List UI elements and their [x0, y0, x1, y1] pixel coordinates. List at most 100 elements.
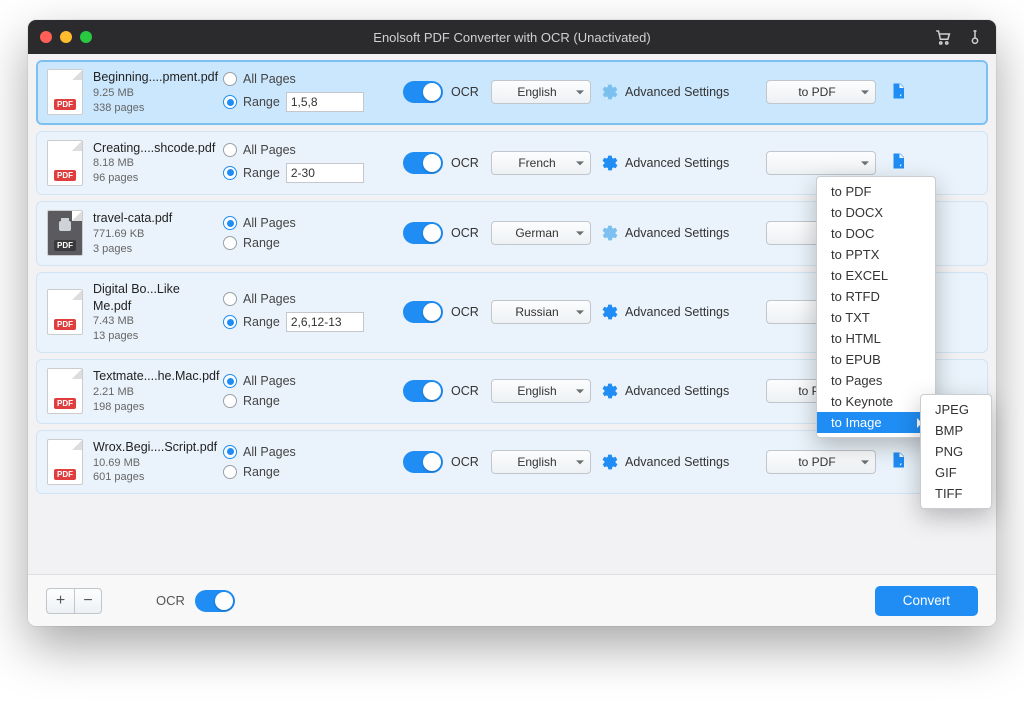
- format-menu[interactable]: to PDFto DOCXto DOCto PPTXto EXCELto RTF…: [816, 176, 936, 438]
- all-pages-radio[interactable]: [223, 374, 237, 388]
- all-pages-label: All Pages: [243, 72, 296, 86]
- file-pages: 13 pages: [93, 329, 213, 344]
- language-select[interactable]: French: [491, 151, 591, 175]
- format-menu-item[interactable]: to HTML: [817, 328, 935, 349]
- app-window: Enolsoft PDF Converter with OCR (Unactiv…: [28, 20, 996, 626]
- advanced-settings-link[interactable]: Advanced Settings: [625, 156, 729, 170]
- format-submenu[interactable]: JPEGBMPPNGGIFTIFF: [920, 394, 992, 509]
- file-meta: Textmate....he.Mac.pdf 2.21 MB 198 pages: [93, 368, 213, 415]
- global-ocr-label: OCR: [156, 593, 185, 608]
- page-range-group: All Pages Range: [223, 374, 393, 408]
- file-meta: Beginning....pment.pdf 9.25 MB 338 pages: [93, 69, 213, 116]
- all-pages-radio[interactable]: [223, 216, 237, 230]
- all-pages-radio[interactable]: [223, 143, 237, 157]
- file-row[interactable]: PDF Beginning....pment.pdf 9.25 MB 338 p…: [36, 60, 988, 125]
- language-select[interactable]: English: [491, 80, 591, 104]
- format-menu-item[interactable]: to TXT: [817, 307, 935, 328]
- add-file-button[interactable]: +: [46, 588, 74, 614]
- range-input[interactable]: [286, 92, 364, 112]
- ocr-label: OCR: [451, 305, 479, 319]
- format-menu-item[interactable]: to Pages: [817, 370, 935, 391]
- file-name: Creating....shcode.pdf: [93, 140, 213, 157]
- range-input[interactable]: [286, 312, 364, 332]
- output-settings-icon[interactable]: [886, 82, 910, 103]
- add-remove-group: + −: [46, 588, 102, 614]
- file-meta: Digital Bo...Like Me.pdf 7.43 MB 13 page…: [93, 281, 213, 344]
- format-menu-item[interactable]: to PDF: [817, 181, 935, 202]
- ocr-toggle[interactable]: [403, 380, 443, 402]
- language-select[interactable]: Russian: [491, 300, 591, 324]
- advanced-settings-link[interactable]: Advanced Settings: [625, 384, 729, 398]
- format-select[interactable]: [766, 151, 876, 175]
- ocr-label: OCR: [451, 384, 479, 398]
- format-submenu-item[interactable]: PNG: [921, 441, 991, 462]
- advanced-settings-link[interactable]: Advanced Settings: [625, 455, 729, 469]
- file-row[interactable]: PDF Wrox.Begi....Script.pdf 10.69 MB 601…: [36, 430, 988, 495]
- file-thumbnail: PDF: [47, 69, 83, 115]
- language-select[interactable]: English: [491, 379, 591, 403]
- file-name: Textmate....he.Mac.pdf: [93, 368, 213, 385]
- pdf-badge: PDF: [54, 319, 76, 330]
- range-radio[interactable]: [223, 465, 237, 479]
- file-pages: 198 pages: [93, 400, 213, 415]
- file-name: Beginning....pment.pdf: [93, 69, 213, 86]
- file-size: 9.25 MB: [93, 86, 213, 101]
- format-submenu-item[interactable]: GIF: [921, 462, 991, 483]
- format-select[interactable]: to PDF: [766, 80, 876, 104]
- format-submenu-item[interactable]: TIFF: [921, 483, 991, 504]
- ocr-toggle[interactable]: [403, 222, 443, 244]
- advanced-settings-link[interactable]: Advanced Settings: [625, 305, 729, 319]
- format-menu-item[interactable]: to EPUB: [817, 349, 935, 370]
- range-label: Range: [243, 95, 280, 109]
- format-menu-item[interactable]: to DOCX: [817, 202, 935, 223]
- ocr-toggle[interactable]: [403, 451, 443, 473]
- global-ocr-toggle[interactable]: [195, 590, 235, 612]
- all-pages-radio[interactable]: [223, 72, 237, 86]
- range-radio[interactable]: [223, 394, 237, 408]
- format-menu-item[interactable]: to EXCEL: [817, 265, 935, 286]
- advanced-settings-link[interactable]: Advanced Settings: [625, 226, 729, 240]
- format-menu-item[interactable]: to PPTX: [817, 244, 935, 265]
- format-menu-item[interactable]: to Keynote: [817, 391, 935, 412]
- gear-icon: [601, 453, 619, 471]
- file-pages: 601 pages: [93, 470, 213, 485]
- file-size: 7.43 MB: [93, 314, 213, 329]
- format-menu-item[interactable]: to DOC: [817, 223, 935, 244]
- advanced-settings-link[interactable]: Advanced Settings: [625, 85, 729, 99]
- range-radio[interactable]: [223, 95, 237, 109]
- output-settings-icon[interactable]: [886, 451, 910, 472]
- file-meta: Creating....shcode.pdf 8.18 MB 96 pages: [93, 140, 213, 187]
- range-radio[interactable]: [223, 236, 237, 250]
- all-pages-radio[interactable]: [223, 292, 237, 306]
- titlebar: Enolsoft PDF Converter with OCR (Unactiv…: [28, 20, 996, 54]
- format-menu-item[interactable]: to Image: [817, 412, 935, 433]
- format-submenu-item[interactable]: BMP: [921, 420, 991, 441]
- ocr-toggle[interactable]: [403, 152, 443, 174]
- pdf-badge: PDF: [54, 170, 76, 181]
- format-menu-item[interactable]: to RTFD: [817, 286, 935, 307]
- file-thumbnail: PDF: [47, 289, 83, 335]
- format-submenu-item[interactable]: JPEG: [921, 399, 991, 420]
- range-radio[interactable]: [223, 315, 237, 329]
- all-pages-radio[interactable]: [223, 445, 237, 459]
- page-range-group: All Pages Range: [223, 445, 393, 479]
- remove-file-button[interactable]: −: [74, 588, 102, 614]
- file-size: 10.69 MB: [93, 456, 213, 471]
- file-name: Digital Bo...Like Me.pdf: [93, 281, 213, 315]
- ocr-toggle[interactable]: [403, 81, 443, 103]
- all-pages-label: All Pages: [243, 292, 296, 306]
- ocr-toggle[interactable]: [403, 301, 443, 323]
- output-settings-icon[interactable]: [886, 152, 910, 173]
- file-thumbnail: PDF: [47, 210, 83, 256]
- language-select[interactable]: English: [491, 450, 591, 474]
- format-select[interactable]: to PDF: [766, 450, 876, 474]
- range-input[interactable]: [286, 163, 364, 183]
- range-radio[interactable]: [223, 166, 237, 180]
- ocr-label: OCR: [451, 85, 479, 99]
- file-pages: 338 pages: [93, 101, 213, 116]
- gear-icon: [601, 382, 619, 400]
- all-pages-label: All Pages: [243, 143, 296, 157]
- convert-button[interactable]: Convert: [875, 586, 978, 616]
- range-label: Range: [243, 166, 280, 180]
- language-select[interactable]: German: [491, 221, 591, 245]
